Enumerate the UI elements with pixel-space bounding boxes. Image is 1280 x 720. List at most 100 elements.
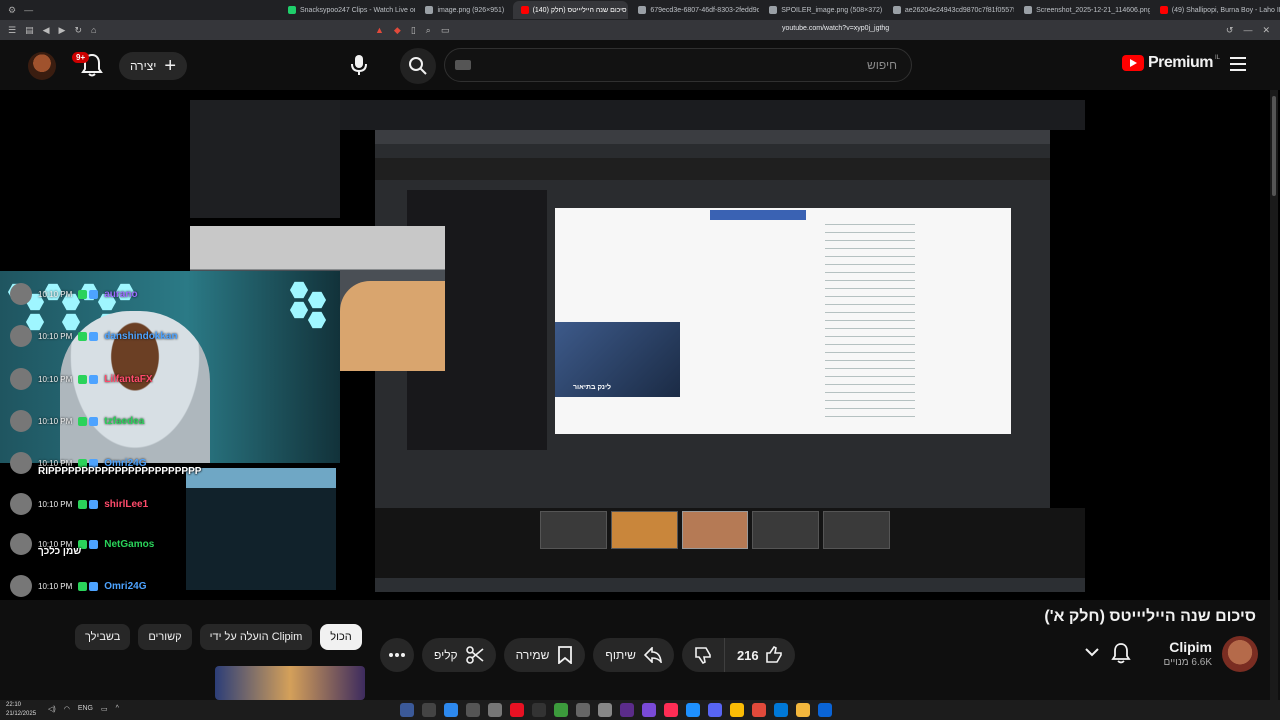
chat-badges (78, 374, 99, 384)
app5-icon[interactable] (488, 703, 502, 717)
app8-icon[interactable] (554, 703, 568, 717)
video-webcam-person (340, 281, 445, 371)
filter-chip[interactable]: הכול (320, 624, 362, 650)
guide-menu-icon[interactable] (1230, 57, 1246, 71)
back-icon[interactable]: ◀ (43, 25, 50, 36)
channel-info: Clipim 6.6K מנויים (1076, 636, 1266, 676)
youtube-play-icon (1122, 55, 1144, 71)
search-input[interactable]: חיפוש (444, 48, 912, 82)
volume-icon[interactable]: ◁) (48, 705, 56, 713)
like-button[interactable]: 216 (723, 638, 795, 672)
chat-badge-icon (78, 374, 88, 384)
create-button[interactable]: יצירה + (119, 52, 187, 80)
share-button[interactable]: שיתוף (593, 638, 674, 672)
forward-icon[interactable]: ▶ (59, 25, 66, 36)
sidebar-icon[interactable]: ▤ (25, 25, 34, 36)
page-scrollbar[interactable] (1270, 90, 1278, 700)
more-actions-button[interactable] (380, 638, 414, 672)
app7-icon[interactable] (532, 703, 546, 717)
taskbar-date: 21/12/2025 (6, 711, 37, 717)
browser-tab[interactable]: (49) Shallipopi, Burna Boy - Laho II✕ (1152, 1, 1280, 19)
browser-tab[interactable]: SPOILER_image.png (508×372)✕ (761, 1, 883, 19)
app11-icon[interactable] (620, 703, 634, 717)
language-indicator[interactable]: ENG (78, 705, 93, 713)
bookmark-icon[interactable]: ▯ (411, 25, 416, 36)
settings-icon[interactable]: ⚙ (8, 5, 16, 16)
video-guitar-cam: לינק בתיאור (555, 322, 680, 397)
browser-tab[interactable]: image.png (926×951)✕ (417, 1, 510, 19)
file-app-icon[interactable] (422, 703, 436, 717)
url-field[interactable]: youtube.com/watch?v=xyp0j_jgthg (782, 25, 889, 32)
chat-badge-icon (78, 416, 88, 426)
app4-icon[interactable] (466, 703, 480, 717)
scrollbar-thumb[interactable] (1272, 96, 1276, 196)
app17-icon[interactable] (752, 703, 766, 717)
video-doc-lines (825, 224, 915, 424)
search-icon[interactable]: ⌕ (426, 25, 431, 36)
tab-label: SPOILER_image.png (508×372) (781, 6, 883, 14)
tab-strip: ⚙ — Snacksypoo247 Clips - Watch Live on✕… (0, 0, 1280, 20)
clip-button[interactable]: קליפ (422, 638, 496, 672)
video-player[interactable]: לינק בתיאור (0, 90, 1280, 600)
hamburger-icon[interactable]: ☰ (8, 25, 16, 36)
app9-icon[interactable] (576, 703, 590, 717)
tab-label: (49) Shallipopi, Burna Boy - Laho II (1171, 6, 1280, 14)
dislike-button[interactable] (682, 638, 724, 672)
addr-left-icons: ▲ ◆ ▯ ⌕ ▭ (375, 25, 449, 36)
app6-icon[interactable] (510, 703, 524, 717)
tab-favicon-icon (638, 6, 647, 14)
filter-chip[interactable]: קשורים (138, 624, 192, 650)
browser-tab[interactable]: (140) סיכום שנה הייליייטס (חלק✕ (512, 1, 629, 19)
taskbar-clock[interactable]: 22:10 21/12/2025 (6, 701, 36, 719)
search-app-icon[interactable] (400, 703, 414, 717)
home-icon[interactable]: ⌂ (91, 25, 96, 36)
brave-icon[interactable]: ◆ (394, 25, 401, 36)
related-video-thumbnail[interactable] (215, 666, 365, 700)
filter-chip[interactable]: הועלה על ידי Clipim (199, 624, 313, 650)
voice-search-button[interactable] (344, 50, 374, 80)
reload-icon[interactable]: ↻ (74, 25, 82, 36)
keyboard-icon[interactable] (455, 60, 471, 70)
minimize-icon[interactable]: — (24, 5, 33, 15)
browser-tab[interactable]: Screenshot_2025-12-21_114606.png✕ (1016, 1, 1150, 19)
app16-icon[interactable] (730, 703, 744, 717)
browser-tab[interactable]: 679ecd3e-6807-46df-8303-2fedd9c✕ (630, 1, 759, 19)
chat-badges (78, 581, 99, 591)
network-icon[interactable]: ▭ (101, 705, 108, 713)
video-doc-highlight (710, 210, 806, 220)
chevron-down-icon[interactable] (1084, 644, 1100, 660)
screenshot-icon[interactable]: ▭ (441, 25, 450, 36)
chat-time: 10:10 PM (38, 331, 73, 341)
app20-icon[interactable] (818, 703, 832, 717)
video-overlay-chatbox (186, 468, 336, 590)
app15-icon[interactable] (708, 703, 722, 717)
wifi-icon[interactable]: ◠ (64, 705, 70, 713)
close-window-icon[interactable]: ✕ (1262, 25, 1270, 36)
browser-tab[interactable]: ae26204e24943cd9870c7f81f0557f✕ (885, 1, 1014, 19)
minimize-window-icon[interactable]: — (1243, 25, 1252, 36)
app10-icon[interactable] (598, 703, 612, 717)
chat-username: danshindokkan (104, 330, 178, 342)
share-label: שיתוף (605, 648, 636, 662)
app19-icon[interactable] (796, 703, 810, 717)
chat-message: 10:10 PM Omri24G (10, 575, 147, 597)
tray-up-icon[interactable]: ^ (116, 705, 119, 713)
search-button[interactable] (400, 48, 436, 84)
channel-name[interactable]: Clipim (1169, 639, 1212, 655)
browser-tab[interactable]: Snacksypoo247 Clips - Watch Live on✕ (280, 1, 415, 19)
filter-chip[interactable]: בשבילך (75, 624, 131, 650)
app3-icon[interactable] (444, 703, 458, 717)
chat-badge-icon (89, 289, 99, 299)
chat-message: 10:10 PM LilfantaFX (10, 368, 153, 390)
app14-icon[interactable] (686, 703, 700, 717)
app18-icon[interactable] (774, 703, 788, 717)
app13-icon[interactable] (664, 703, 678, 717)
account-avatar[interactable] (28, 52, 56, 80)
save-button[interactable]: שמירה (503, 638, 586, 672)
youtube-premium-logo[interactable]: Premium IL (1122, 54, 1220, 72)
subscribe-bell-icon[interactable] (1110, 641, 1132, 665)
history-icon[interactable]: ↺ (1226, 25, 1234, 36)
shield-icon[interactable]: ▲ (375, 25, 384, 36)
channel-avatar[interactable] (1222, 636, 1258, 672)
app12-icon[interactable] (642, 703, 656, 717)
